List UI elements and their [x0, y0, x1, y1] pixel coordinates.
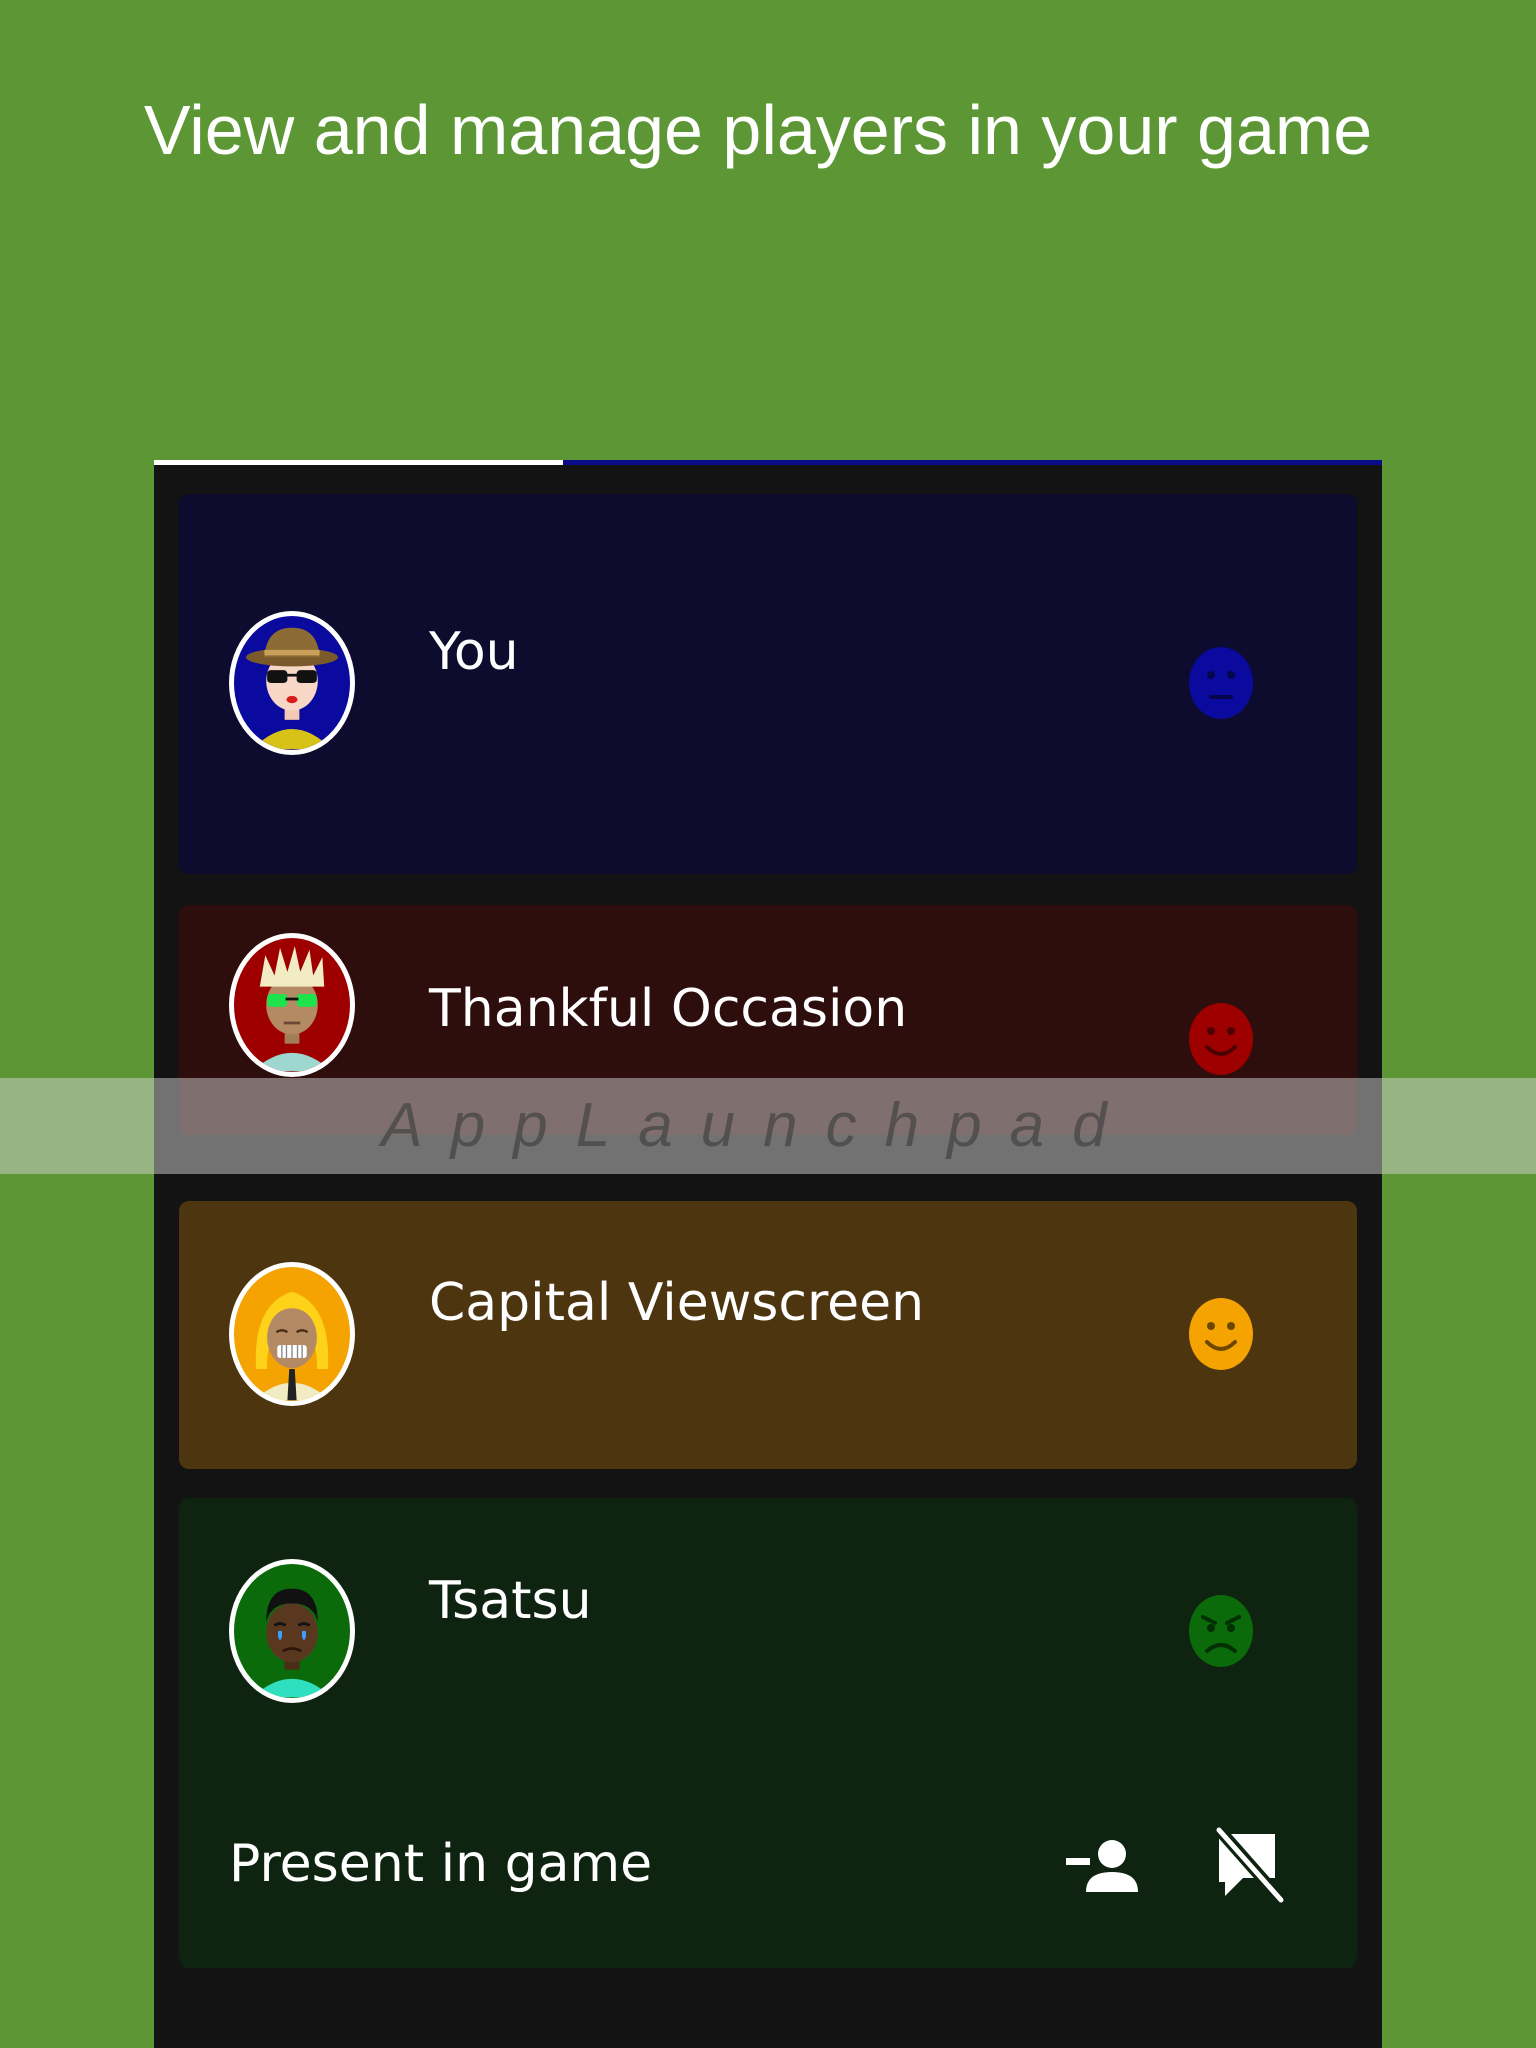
- player-card-tsatsu[interactable]: Tsatsu Present in game: [179, 1498, 1357, 1968]
- player-name: You: [429, 622, 519, 682]
- watermark-banner: AppLaunchpad: [0, 1078, 1536, 1174]
- speaker-notes-off-icon[interactable]: [1209, 1826, 1289, 1906]
- player-card-capital-viewscreen[interactable]: Capital Viewscreen: [179, 1201, 1357, 1469]
- page-headline: View and manage players in your game: [143, 91, 1373, 169]
- watermark-text: AppLaunchpad: [381, 1091, 1135, 1160]
- happy-face-icon: [1189, 1298, 1253, 1370]
- crying-avatar-icon: [229, 1559, 355, 1703]
- neutral-face-icon: [1189, 647, 1253, 719]
- player-name: Tsatsu: [429, 1571, 592, 1631]
- blonde-avatar-icon: [229, 1262, 355, 1406]
- spiky-hair-avatar-icon: [229, 933, 355, 1077]
- player-name: Thankful Occasion: [429, 979, 908, 1039]
- angry-face-icon: [1189, 1595, 1253, 1667]
- happy-face-icon: [1189, 1003, 1253, 1075]
- player-name: Capital Viewscreen: [429, 1273, 925, 1333]
- player-list-screen: You Thankful Occasion Capital Viewscreen…: [154, 465, 1382, 2048]
- player-status: Present in game: [229, 1834, 653, 1894]
- hat-sunglasses-avatar-icon: [229, 611, 355, 755]
- player-card-you[interactable]: You: [179, 494, 1357, 874]
- remove-person-icon[interactable]: [1064, 1826, 1144, 1906]
